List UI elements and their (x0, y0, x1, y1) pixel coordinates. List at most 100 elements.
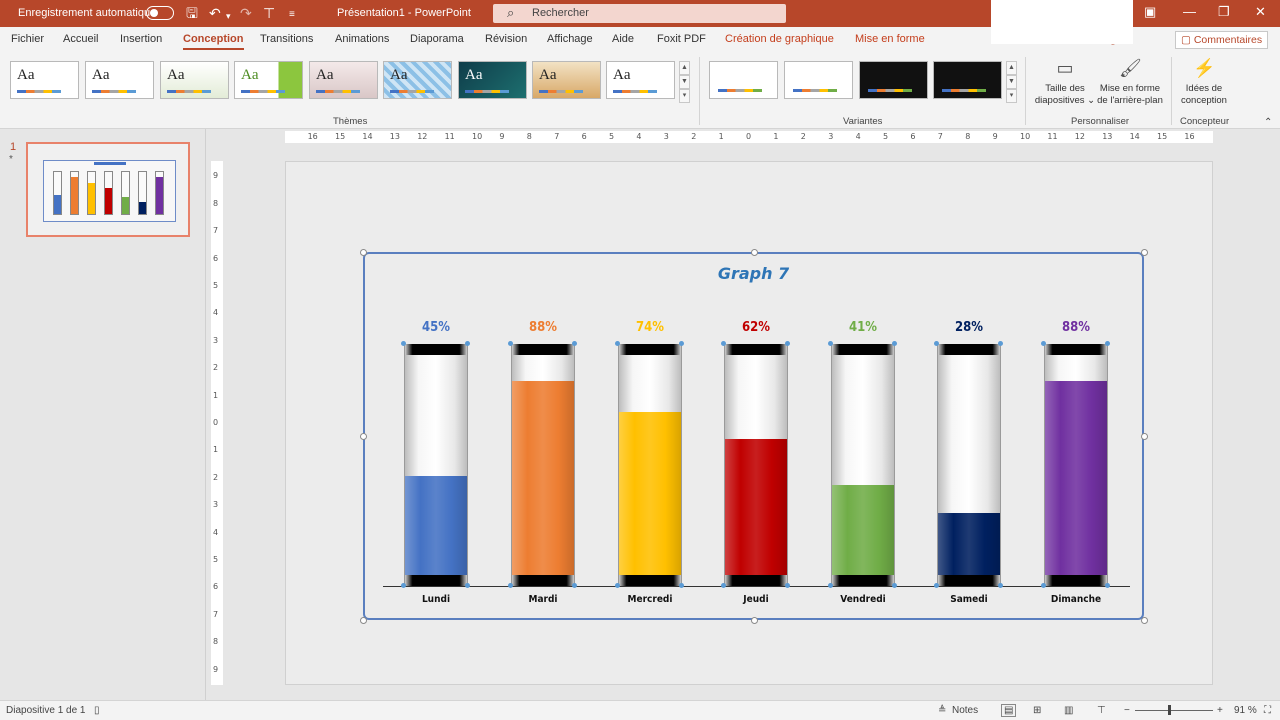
selection-handle[interactable] (785, 341, 790, 346)
slide-canvas[interactable]: Graph 7 45% Lundi 88% Mardi 74% Mercredi 62% Je… (285, 161, 1213, 685)
minimize-icon[interactable]: — (1183, 4, 1196, 19)
data-label[interactable]: 74% (618, 320, 682, 335)
scroll-up-icon[interactable]: ▲ (1006, 61, 1017, 75)
slide-size-button[interactable]: ▭ Taille des diapositives ⌄ (1030, 57, 1100, 107)
more-themes-icon[interactable]: ▾ (679, 89, 690, 103)
resize-handle[interactable] (750, 249, 758, 256)
bar-fill[interactable] (938, 513, 1000, 575)
resize-handle[interactable] (750, 617, 758, 624)
collapse-ribbon-icon[interactable]: ⌃ (1264, 117, 1272, 128)
search-box[interactable]: ⌕ Rechercher (493, 4, 786, 23)
theme-wood[interactable]: Aa (532, 61, 601, 99)
redo-icon[interactable]: ↷ (240, 5, 252, 21)
fit-slide-icon[interactable]: ⛶ (1264, 705, 1271, 716)
selection-handle[interactable] (572, 583, 577, 588)
zoom-level[interactable]: 91 % (1234, 705, 1257, 716)
selection-handle[interactable] (1105, 341, 1110, 346)
chart-title[interactable]: Graph 7 (365, 264, 1142, 283)
resize-handle[interactable] (360, 249, 367, 256)
selection-handle[interactable] (828, 341, 833, 346)
selection-handle[interactable] (508, 341, 513, 346)
selection-handle[interactable] (934, 583, 939, 588)
variant-4[interactable] (933, 61, 1002, 99)
test-tube[interactable] (724, 344, 788, 586)
selection-handle[interactable] (934, 341, 939, 346)
scroll-down-icon[interactable]: ▼ (679, 75, 690, 89)
theme-office[interactable]: Aa (10, 61, 79, 99)
data-label[interactable]: 45% (404, 320, 468, 335)
theme-ion[interactable]: Aa (234, 61, 303, 99)
close-icon[interactable]: ✕ (1255, 4, 1266, 20)
design-ideas-button[interactable]: ⚡ Idées de conception (1174, 57, 1234, 107)
chart-bar-jeudi[interactable]: 62% Jeudi (721, 320, 790, 605)
slide-sorter-icon[interactable]: ⊞ (1033, 705, 1041, 716)
data-label[interactable]: 62% (724, 320, 788, 335)
undo-icon[interactable]: ↶ (209, 5, 221, 21)
selection-handle[interactable] (892, 583, 897, 588)
theme-organic[interactable]: Aa (309, 61, 378, 99)
selection-handle[interactable] (785, 583, 790, 588)
reading-view-icon[interactable]: ▥ (1064, 705, 1073, 716)
tab-accueil[interactable]: Accueil (63, 33, 98, 45)
bar-fill[interactable] (619, 412, 681, 575)
comments-button[interactable]: ▢ Commentaires (1175, 31, 1268, 49)
selection-handle[interactable] (998, 583, 1003, 588)
selection-handle[interactable] (1041, 583, 1046, 588)
bar-fill[interactable] (725, 439, 787, 575)
restore-icon[interactable]: ❐ (1218, 4, 1230, 20)
tab-fichier[interactable]: Fichier (11, 33, 44, 45)
theme-facet[interactable]: Aa (160, 61, 229, 99)
data-label[interactable]: 28% (937, 320, 1001, 335)
accessibility-icon[interactable]: ▯ (94, 705, 100, 716)
chart-bar-vendredi[interactable]: 41% Vendredi (828, 320, 897, 605)
selection-handle[interactable] (1105, 583, 1110, 588)
chart-object[interactable]: Graph 7 45% Lundi 88% Mardi 74% Mercredi 62% Je… (360, 249, 1148, 624)
tab-aide[interactable]: Aide (612, 33, 634, 45)
zoom-in-icon[interactable]: + (1217, 705, 1223, 716)
zoom-out-icon[interactable]: − (1124, 705, 1130, 716)
theme-office-2[interactable]: Aa (85, 61, 154, 99)
tab-revision[interactable]: Révision (485, 33, 527, 45)
bar-fill[interactable] (1045, 381, 1107, 575)
tab-transitions[interactable]: Transitions (260, 33, 313, 45)
chart-bar-mardi[interactable]: 88% Mardi (508, 320, 577, 605)
test-tube[interactable] (618, 344, 682, 586)
tab-insertion[interactable]: Insertion (120, 33, 162, 45)
selection-handle[interactable] (721, 583, 726, 588)
tab-animations[interactable]: Animations (335, 33, 389, 45)
resize-handle[interactable] (360, 433, 367, 440)
selection-handle[interactable] (465, 341, 470, 346)
theme-pattern[interactable]: Aa (383, 61, 452, 99)
ribbon-display-icon[interactable]: ▣ (1144, 4, 1156, 20)
tab-format[interactable]: Mise en forme (855, 33, 925, 45)
bar-fill[interactable] (832, 485, 894, 575)
autosave-toggle[interactable] (146, 6, 174, 20)
variants-scroller[interactable]: ▲ ▼ ▾ (1006, 61, 1017, 103)
bar-fill[interactable] (512, 381, 574, 575)
data-label[interactable]: 88% (511, 320, 575, 335)
zoom-slider-thumb[interactable] (1168, 705, 1171, 715)
themes-scroller[interactable]: ▲ ▼ ▾ (679, 61, 690, 103)
scroll-up-icon[interactable]: ▲ (679, 61, 690, 75)
tab-chart-design[interactable]: Création de graphique (725, 33, 834, 45)
tab-conception[interactable]: Conception (183, 33, 244, 50)
selection-handle[interactable] (615, 583, 620, 588)
bar-fill[interactable] (405, 476, 467, 575)
resize-handle[interactable] (1141, 249, 1148, 256)
tab-diaporama[interactable]: Diaporama (410, 33, 464, 45)
test-tube[interactable] (831, 344, 895, 586)
selection-handle[interactable] (721, 341, 726, 346)
chart-bar-lundi[interactable]: 45% Lundi (401, 320, 470, 605)
notes-button[interactable]: Notes (952, 705, 978, 716)
normal-view-icon[interactable]: ▤ (1001, 704, 1017, 717)
more-variants-icon[interactable]: ▾ (1006, 89, 1017, 103)
tab-foxit-pdf[interactable]: Foxit PDF (657, 33, 706, 45)
save-icon[interactable]: 🖫 (186, 5, 198, 21)
format-background-button[interactable]: 🖌 Mise en forme de l'arrière-plan (1095, 57, 1165, 107)
selection-handle[interactable] (1041, 341, 1046, 346)
chart-bar-samedi[interactable]: 28% Samedi (934, 320, 1003, 605)
variant-2[interactable] (784, 61, 853, 99)
slide-thumbnail-1[interactable] (26, 142, 190, 237)
present-icon[interactable]: ⊤ (263, 5, 275, 21)
selection-handle[interactable] (465, 583, 470, 588)
